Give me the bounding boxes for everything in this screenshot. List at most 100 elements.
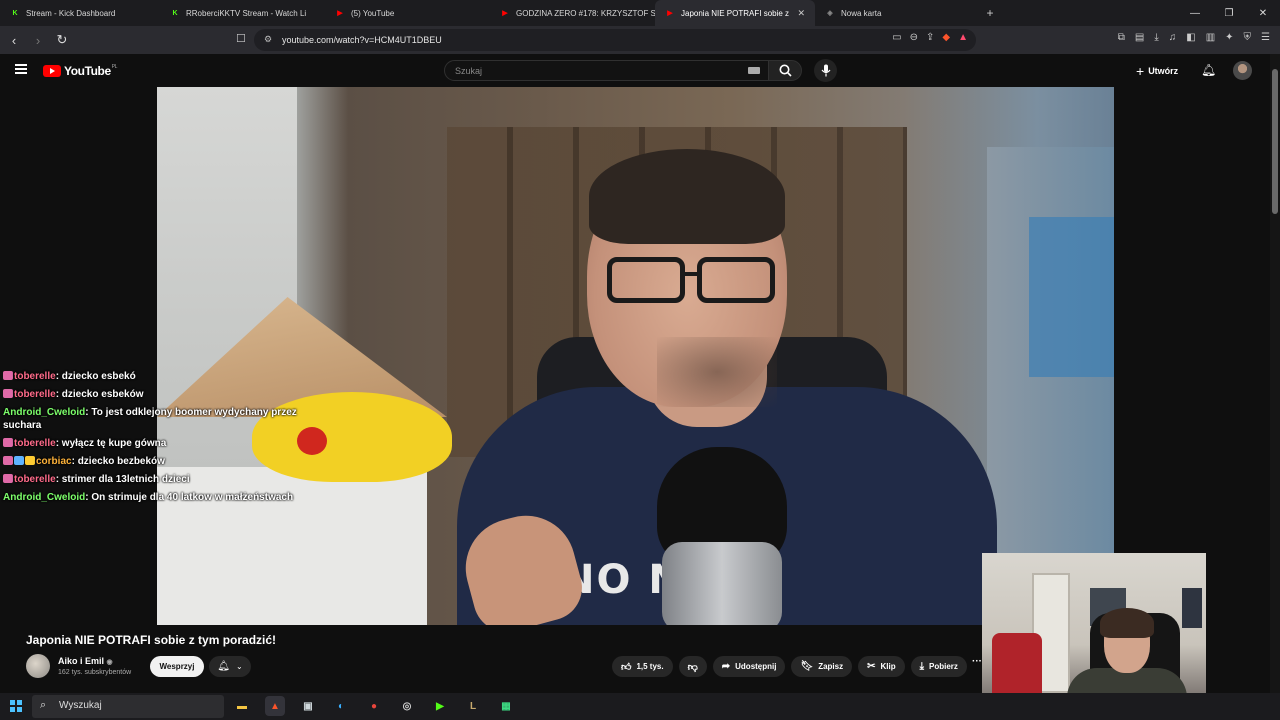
- league-icon[interactable]: L: [463, 696, 483, 716]
- menu-icon[interactable]: ☰: [1261, 32, 1270, 43]
- thumbs-down-icon: 👎︎: [687, 661, 698, 673]
- dislike-button[interactable]: 👎︎: [678, 656, 707, 677]
- more-actions-button[interactable]: ···: [972, 656, 982, 667]
- obs-icon[interactable]: ◎: [397, 696, 417, 716]
- explorer-icon[interactable]: ▬: [232, 696, 252, 716]
- clip-label: Klip: [880, 662, 896, 671]
- chat-username: toberelle: [14, 474, 56, 485]
- vpn-icon[interactable]: ⛨: [1244, 32, 1252, 43]
- create-label: Utwórz: [1148, 66, 1179, 76]
- extensions-icon[interactable]: ⧉: [1118, 32, 1125, 43]
- scrollbar-thumb[interactable]: [1272, 69, 1278, 214]
- share-label: Udostępnij: [735, 662, 777, 671]
- tab-favicon-icon: ▶: [502, 10, 508, 17]
- tab-title: RRoberciKKTV Stream - Watch Li: [186, 8, 307, 18]
- minimize-icon[interactable]: —: [1178, 0, 1212, 26]
- reload-icon[interactable]: ↻: [52, 30, 72, 50]
- taskbar-apps: ▬ ▲ ▣ ◐ ● ◎ ▶ L ▦: [232, 696, 516, 716]
- chat-badge-icon: [3, 371, 13, 380]
- chat-message: Android_Cweloid: To jest odklejony boome…: [3, 406, 303, 432]
- sidebar-icon[interactable]: ▤: [1135, 32, 1144, 43]
- region-code: PL: [111, 64, 118, 70]
- taskbar-search-input[interactable]: ⌕ Wyszukaj: [32, 695, 224, 718]
- channel-avatar[interactable]: [26, 654, 50, 678]
- back-icon[interactable]: ‹: [4, 30, 24, 50]
- download-button[interactable]: ⤓ Pobierz: [910, 656, 967, 677]
- hamburger-menu-icon[interactable]: [15, 64, 27, 74]
- wallet-icon[interactable]: ▥: [1206, 32, 1215, 43]
- share-button[interactable]: ➦ Udostępnij: [712, 656, 786, 677]
- verified-icon: ◉: [106, 659, 113, 666]
- edge-icon[interactable]: ◐: [331, 696, 351, 716]
- reader-icon[interactable]: ◧: [1186, 32, 1195, 43]
- account-avatar[interactable]: [1233, 61, 1252, 80]
- support-button[interactable]: Wesprzyj: [150, 656, 204, 677]
- app-icon[interactable]: ▦: [496, 696, 516, 716]
- search-input[interactable]: Szukaj: [444, 60, 769, 81]
- video-actions: 👍︎ 1,5 tys. 👎︎ ➦ Udostępnij 🔖︎ Zapisz ✂ Klip…: [612, 656, 967, 677]
- downloads-icon[interactable]: ⤓: [1154, 32, 1158, 43]
- media-icon[interactable]: ♫: [1169, 32, 1177, 43]
- taskbar-search-icon: ⌕: [40, 699, 47, 711]
- browser-tab[interactable]: K RRoberciKKTV Stream - Watch Li: [160, 0, 325, 26]
- browser-tab[interactable]: ◈ Nowa karta: [815, 0, 980, 26]
- video-beard: [657, 337, 777, 407]
- search-button[interactable]: [768, 60, 802, 81]
- save-button[interactable]: 🔖︎ Zapisz: [791, 656, 853, 677]
- brave-icon[interactable]: ▲: [265, 696, 285, 716]
- browser-nav-bar: ‹ › ↻ ☐ ⚙ youtube.com/watch?v=HCM4UT1DBE…: [0, 26, 1280, 54]
- extensions-bar: ⧉ ▤ ⤓ ♫ ◧ ▥ ✦ ⛨ ☰: [1118, 32, 1270, 43]
- channel-name[interactable]: Aiko i Emil ◉: [58, 656, 113, 666]
- like-button[interactable]: 👍︎ 1,5 tys.: [612, 656, 673, 677]
- chat-username: Android_Cweloid: [3, 492, 86, 503]
- cast-icon[interactable]: ▭: [892, 32, 901, 43]
- browser-tab[interactable]: ▶ (5) YouTube: [325, 0, 490, 26]
- tab-favicon-icon: ◈: [827, 10, 833, 17]
- channel-name-text: Aiko i Emil: [58, 656, 105, 666]
- tab-title: Stream - Kick Dashboard: [26, 8, 116, 18]
- download-icon: ⤓: [919, 661, 925, 672]
- video-player[interactable]: NO N JO,: [157, 87, 1114, 625]
- chat-message: toberelle: dziecko esbekó: [3, 370, 303, 383]
- windows-start-icon[interactable]: [10, 700, 22, 712]
- chat-badge-icon: [3, 389, 13, 398]
- bookmark-icon[interactable]: ☐: [236, 32, 246, 45]
- close-window-icon[interactable]: ✕: [1246, 0, 1280, 26]
- subscription-bell-button[interactable]: 🔔︎ ⌄: [209, 656, 251, 677]
- youtube-header: YouTube PL Szukaj + Utwórz 🔔︎: [0, 54, 1280, 87]
- close-tab-icon[interactable]: ✕: [797, 8, 805, 19]
- restore-icon[interactable]: ❐: [1212, 0, 1246, 26]
- chat-text: dziecko esbekó: [61, 371, 136, 382]
- new-tab-button[interactable]: +: [980, 0, 1000, 26]
- browser-tab[interactable]: ▶ Japonia NIE POTRAFI sobie z ✕: [655, 0, 815, 26]
- voice-search-button[interactable]: [814, 59, 837, 82]
- browser-tab[interactable]: K Stream - Kick Dashboard: [0, 0, 160, 26]
- download-label: Pobierz: [929, 662, 958, 671]
- zoom-icon[interactable]: ⊖: [910, 32, 918, 43]
- create-button[interactable]: + Utwórz: [1136, 63, 1178, 79]
- page-scrollbar[interactable]: [1270, 54, 1280, 694]
- chat-username: Android_Cweloid: [3, 407, 86, 418]
- chat-message: toberelle: strimer dla 13letnich dzieci: [3, 473, 303, 486]
- brave-shield-icon[interactable]: ◆: [942, 32, 950, 43]
- share-arrow-icon: ➦: [721, 661, 731, 672]
- kick-icon[interactable]: ▶: [430, 696, 450, 716]
- forward-icon[interactable]: ›: [28, 30, 48, 50]
- youtube-logo[interactable]: YouTube PL: [43, 64, 118, 78]
- tab-title: Nowa karta: [841, 8, 882, 18]
- video-glasses-right: [697, 257, 775, 303]
- tab-favicon-icon: K: [12, 9, 18, 17]
- notifications-bell-icon[interactable]: 🔔︎: [1201, 63, 1216, 77]
- brave-rewards-icon[interactable]: ▲: [958, 32, 968, 43]
- share-icon[interactable]: ⇪: [926, 32, 934, 43]
- address-bar[interactable]: ⚙ youtube.com/watch?v=HCM4UT1DBEU ▭ ⊖ ⇪ …: [254, 29, 976, 51]
- chat-username: toberelle: [14, 371, 56, 382]
- keyboard-icon[interactable]: [748, 67, 760, 74]
- leo-icon[interactable]: ✦: [1225, 32, 1233, 43]
- chrome-icon[interactable]: ●: [364, 696, 384, 716]
- site-settings-icon[interactable]: ⚙: [264, 34, 272, 45]
- terminal-icon[interactable]: ▣: [298, 696, 318, 716]
- video-title: Japonia NIE POTRAFI sobie z tym poradzić…: [26, 633, 277, 647]
- browser-tab[interactable]: ▶ GODZINA ZERO #178: KRZYSZTOF ST: [490, 0, 655, 26]
- clip-button[interactable]: ✂ Klip: [858, 656, 905, 677]
